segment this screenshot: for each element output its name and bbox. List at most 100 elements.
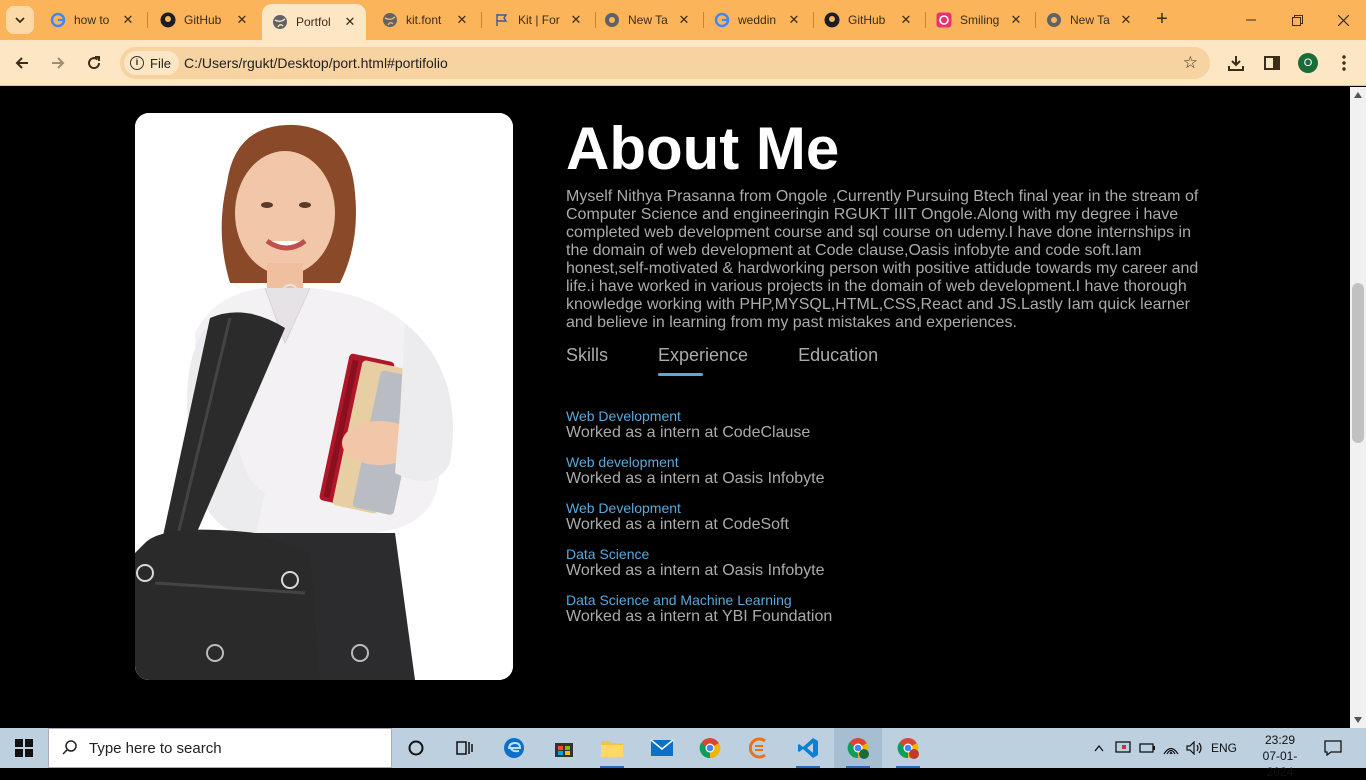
tab-github-2[interactable]: GitHub ✕ (814, 6, 922, 34)
close-tab-icon[interactable]: ✕ (676, 12, 692, 28)
search-icon (62, 740, 77, 755)
tab-title: weddin (738, 13, 777, 27)
close-tab-icon[interactable]: ✕ (898, 12, 914, 28)
profile-photo (135, 113, 513, 680)
tab-wedding[interactable]: weddin ✕ (704, 6, 810, 34)
close-tab-icon[interactable]: ✕ (234, 12, 250, 28)
browser-toolbar: i File C:/Users/rgukt/Desktop/port.html#… (0, 40, 1366, 86)
defender-tray[interactable] (1112, 728, 1134, 768)
tab-kit-for[interactable]: Kit | For ✕ (484, 6, 592, 34)
battery-tray[interactable] (1136, 728, 1158, 768)
tab-smiling[interactable]: Smiling ✕ (926, 6, 1032, 34)
close-tab-icon[interactable]: ✕ (120, 12, 136, 28)
cortana-button[interactable] (392, 728, 440, 768)
system-clock[interactable]: 23:29 07-01-2024 (1252, 732, 1308, 780)
task-view-button[interactable] (440, 728, 488, 768)
mail-app[interactable] (638, 728, 686, 768)
tab-title: how to (74, 13, 110, 27)
tab-github[interactable]: GitHub ✕ (150, 6, 258, 34)
volume-tray[interactable] (1184, 728, 1206, 768)
experience-role: Web Development (566, 500, 681, 516)
store-app[interactable] (540, 728, 588, 768)
scrollbar-thumb[interactable] (1352, 283, 1364, 443)
vscode-icon (798, 738, 818, 758)
profile-avatar[interactable]: O (1298, 53, 1318, 73)
tab-portfolio[interactable]: Portfol ✕ (262, 4, 366, 40)
taskbar-search-box[interactable]: Type here to search (48, 728, 392, 768)
experience-list: Web Development Worked as a intern at Co… (566, 408, 832, 638)
page-viewport: About Me Myself Nithya Prasanna from Ong… (0, 87, 1350, 728)
task-view-icon (456, 741, 473, 755)
menu-button[interactable] (1330, 49, 1358, 77)
taskbar: Type here to search ENG 23:29 07-01-2024 (0, 728, 1366, 779)
close-tab-icon[interactable]: ✕ (454, 12, 470, 28)
restore-icon (1291, 14, 1303, 26)
tab-experience[interactable]: Experience (658, 345, 748, 376)
tab-search-button[interactable] (6, 6, 34, 34)
close-tab-icon[interactable]: ✕ (1008, 12, 1024, 28)
search-placeholder: Type here to search (89, 739, 222, 757)
scroll-up-icon[interactable] (1354, 92, 1362, 98)
minimize-button[interactable] (1228, 0, 1274, 40)
tab-how-to[interactable]: how to ✕ (40, 6, 144, 34)
kebab-menu-icon (1342, 55, 1346, 71)
file-explorer-app[interactable] (588, 728, 636, 768)
store-icon (555, 743, 573, 757)
vscode-app[interactable] (784, 728, 832, 768)
tab-new-tab[interactable]: New Ta ✕ (594, 6, 700, 34)
language-indicator[interactable]: ENG (1208, 728, 1240, 768)
close-tab-icon[interactable]: ✕ (1118, 12, 1134, 28)
experience-description: Worked as a intern at CodeSoft (566, 516, 789, 533)
notification-icon (1324, 740, 1342, 756)
close-tab-icon[interactable]: ✕ (568, 12, 584, 28)
mail-icon (650, 739, 674, 756)
chrome-app[interactable] (686, 728, 734, 768)
tab-new-tab-2[interactable]: New Ta ✕ (1036, 6, 1142, 34)
dreamstime-icon (936, 12, 952, 28)
chrome-profile-n-app[interactable] (884, 728, 932, 768)
close-tab-icon[interactable]: ✕ (342, 14, 358, 30)
start-button[interactable] (0, 728, 48, 768)
tab-kit-font[interactable]: kit.font ✕ (372, 6, 478, 34)
url-text[interactable]: C:/Users/rgukt/Desktop/port.html#portifo… (184, 55, 448, 71)
new-tab-button[interactable]: + (1150, 8, 1174, 32)
page-scrollbar[interactable] (1350, 87, 1366, 728)
tab-title: GitHub (848, 13, 886, 27)
chrome-profile-o-app[interactable] (834, 728, 882, 768)
edge-app[interactable] (490, 728, 538, 768)
back-button[interactable] (8, 49, 36, 77)
folder-icon (601, 741, 623, 757)
side-panel-icon (1264, 56, 1280, 70)
tab-skills[interactable]: Skills (566, 345, 608, 374)
eclipse-app[interactable] (736, 728, 784, 768)
tab-education[interactable]: Education (798, 345, 878, 374)
wifi-tray[interactable] (1160, 728, 1182, 768)
tab-title: Smiling (960, 13, 1000, 27)
close-window-button[interactable] (1320, 0, 1366, 40)
bookmark-star-icon[interactable]: ☆ (1183, 53, 1198, 73)
reload-icon (88, 56, 101, 70)
list-item: Data Science Worked as a intern at Oasis… (566, 546, 832, 580)
site-info-chip[interactable]: i File (124, 51, 179, 75)
side-panel-button[interactable] (1258, 49, 1286, 77)
bio-paragraph: Myself Nithya Prasanna from Ongole ,Curr… (566, 188, 1199, 331)
show-hidden-icons[interactable] (1090, 728, 1108, 768)
restore-button[interactable] (1274, 0, 1320, 40)
experience-role: Data Science and Machine Learning (566, 592, 792, 608)
scroll-down-icon[interactable] (1354, 717, 1362, 723)
download-icon (1228, 56, 1244, 71)
clock-time: 23:29 (1264, 733, 1296, 747)
experience-description: Worked as a intern at CodeClause (566, 424, 811, 441)
minimize-icon (1246, 19, 1256, 21)
monitor-shield-icon (1115, 741, 1131, 753)
globe-icon (382, 12, 398, 28)
address-bar[interactable]: i File C:/Users/rgukt/Desktop/port.html#… (120, 47, 1210, 79)
action-center-button[interactable] (1318, 728, 1348, 768)
forward-button[interactable] (44, 49, 72, 77)
cortana-icon (408, 740, 424, 756)
info-icon: i (130, 56, 144, 70)
close-tab-icon[interactable]: ✕ (786, 12, 802, 28)
downloads-button[interactable] (1222, 49, 1250, 77)
reload-button[interactable] (80, 49, 108, 77)
section-tabs: Skills Experience Education (566, 345, 928, 376)
